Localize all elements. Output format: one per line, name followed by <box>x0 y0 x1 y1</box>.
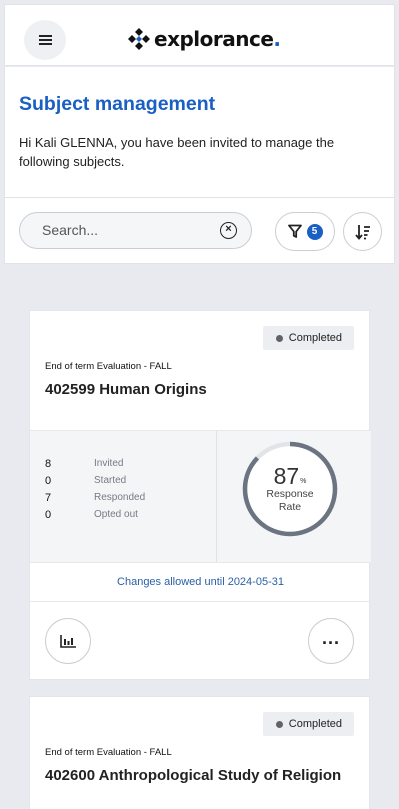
changes-deadline: Changes allowed until 2024-05-31 <box>30 563 371 602</box>
stat-value: 7 <box>45 491 52 504</box>
explorance-diamond-logo <box>128 28 150 50</box>
menu-button[interactable] <box>24 20 66 60</box>
response-rate-value: 87% <box>273 463 307 489</box>
top-bar: explorance. <box>4 4 395 66</box>
more-horizontal-icon: ... <box>321 628 340 648</box>
stats-divider <box>216 431 217 562</box>
stat-started: 0 Started <box>45 472 126 489</box>
subject-title[interactable]: 402599 Human Origins <box>45 381 207 398</box>
status-dot-icon <box>275 334 283 342</box>
stat-opted-out: 0 Opted out <box>45 506 138 523</box>
welcome-message: Hi Kali GLENNA, you have been invited to… <box>19 135 335 169</box>
status-label: Completed <box>288 332 342 344</box>
stat-value: 0 <box>45 474 52 487</box>
sort-button[interactable] <box>343 212 382 251</box>
stat-label: Started <box>94 475 127 486</box>
search-box: × <box>19 212 252 249</box>
response-rate: 87% Response Rate <box>242 441 338 537</box>
stat-responded: 7 Responded <box>45 489 145 506</box>
hamburger-icon <box>38 39 52 41</box>
more-options-button[interactable]: ... <box>308 618 354 664</box>
explorance-logo[interactable]: explorance. <box>127 27 281 51</box>
stat-invited: 8 Invited <box>45 455 123 472</box>
page-title: Subject management <box>19 93 216 115</box>
toolbar: × 5 <box>4 197 395 264</box>
filter-count-badge: 5 <box>306 223 323 240</box>
subject-card: Completed End of term Evaluation - FALL … <box>29 696 370 809</box>
stats-panel: 8 Invited 0 Started 7 Responded 0 Opted … <box>30 430 371 563</box>
bar-chart-report-icon <box>60 634 76 648</box>
status-dot-icon <box>275 720 283 728</box>
subject-title[interactable]: 402600 Anthropological Study of Religion <box>45 767 341 784</box>
stat-label: Invited <box>94 458 124 469</box>
filter-button[interactable]: 5 <box>275 212 335 251</box>
logo-text: explorance. <box>154 27 281 51</box>
status-badge: Completed <box>262 326 354 350</box>
report-button[interactable] <box>45 618 91 664</box>
subject-card: Completed End of term Evaluation - FALL … <box>29 310 371 680</box>
evaluation-name: End of term Evaluation - FALL <box>45 361 172 372</box>
clear-circle-icon[interactable]: × <box>220 222 237 239</box>
search-input[interactable] <box>42 222 202 238</box>
evaluation-name: End of term Evaluation - FALL <box>45 747 172 758</box>
status-badge: Completed <box>262 712 354 736</box>
filter-icon <box>287 224 302 238</box>
sort-descending-icon <box>354 224 370 240</box>
stat-value: 0 <box>45 508 52 521</box>
stat-value: 8 <box>45 457 52 470</box>
stat-label: Responded <box>94 492 146 503</box>
response-rate-label: Response Rate <box>266 488 314 513</box>
status-label: Completed <box>288 718 342 730</box>
intro-section: Subject management Hi Kali GLENNA, you h… <box>4 67 395 197</box>
stat-label: Opted out <box>94 509 138 520</box>
